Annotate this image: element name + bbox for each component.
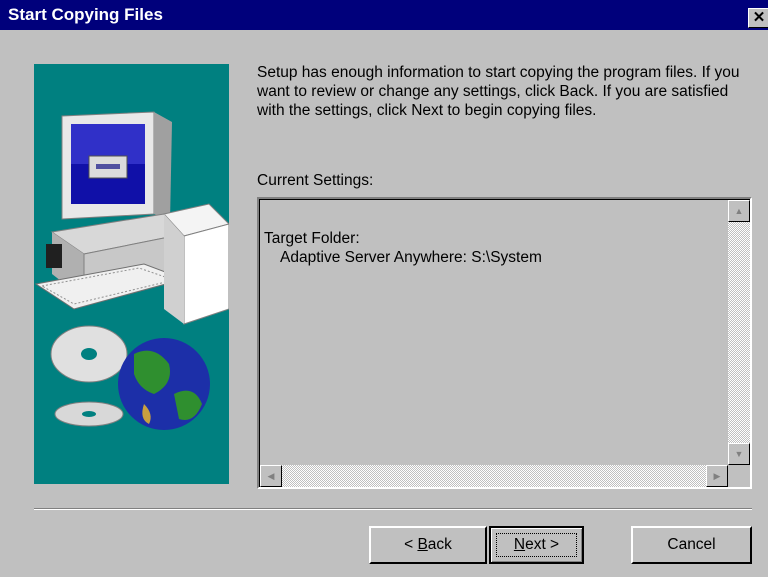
- scrollbar-corner: [728, 465, 750, 487]
- scroll-left-arrow-icon[interactable]: ◀: [260, 465, 282, 487]
- cancel-button[interactable]: Cancel: [631, 526, 752, 564]
- title-bar: Start Copying Files ✕: [0, 0, 768, 30]
- vertical-scrollbar[interactable]: ▲ ▼: [728, 200, 750, 465]
- scroll-up-arrow-icon[interactable]: ▲: [728, 200, 750, 222]
- close-icon[interactable]: ✕: [748, 8, 768, 28]
- button-separator: [34, 508, 752, 510]
- focus-rectangle: [496, 533, 577, 557]
- computer-globe-illustration: [34, 111, 230, 430]
- setup-description: Setup has enough information to start co…: [257, 64, 740, 119]
- setup-illustration: [34, 64, 230, 484]
- target-folder-label: Target Folder:: [264, 230, 360, 247]
- next-button[interactable]: Next >: [489, 526, 584, 564]
- back-button-rest: ack: [427, 536, 452, 553]
- horizontal-scrollbar[interactable]: ◀ ▶: [260, 465, 728, 487]
- scroll-right-arrow-icon[interactable]: ▶: [706, 465, 728, 487]
- window-title: Start Copying Files: [8, 5, 163, 24]
- scroll-down-arrow-icon[interactable]: ▼: [728, 443, 750, 465]
- back-button-prefix: <: [404, 536, 418, 553]
- back-button[interactable]: < Back: [369, 526, 487, 564]
- target-folder-value: Adaptive Server Anywhere: S:\System: [280, 249, 542, 266]
- back-button-mnemonic: B: [417, 536, 428, 553]
- current-settings-box[interactable]: Target Folder: Adaptive Server Anywhere:…: [257, 197, 752, 489]
- current-settings-label: Current Settings:: [257, 172, 374, 189]
